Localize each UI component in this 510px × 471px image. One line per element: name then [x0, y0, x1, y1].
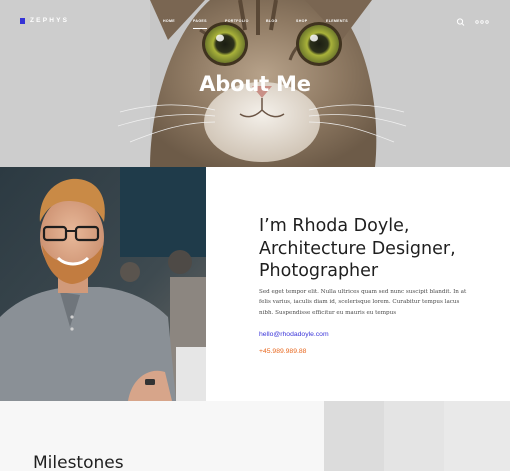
top-navigation: ZEPHYS HOME PAGES PORTFOLIO BLOG SHOP EL…: [0, 0, 510, 44]
about-heading: I’m Rhoda Doyle, Architecture Designer, …: [259, 215, 489, 283]
hero-banner: ZEPHYS HOME PAGES PORTFOLIO BLOG SHOP EL…: [0, 0, 510, 167]
about-heading-line: Photographer: [259, 261, 379, 281]
page-title: About Me: [199, 72, 311, 96]
about-heading-line: Architecture Designer,: [259, 238, 456, 259]
menu-item-home[interactable]: HOME: [163, 19, 175, 23]
portrait-image: [0, 167, 206, 401]
milestones-section: Milestones: [0, 401, 324, 471]
about-description: Sed eget tempor elit. Nulla ultrices qua…: [259, 289, 467, 316]
about-photo: [0, 167, 206, 401]
milestones-title: Milestones: [33, 453, 124, 471]
email-link[interactable]: hello@rhodadoyle.com: [259, 331, 329, 338]
main-menu: HOME PAGES PORTFOLIO BLOG SHOP ELEMENTS: [0, 19, 510, 33]
more-dots-icon[interactable]: [474, 17, 490, 27]
milestones-photo: [324, 401, 510, 471]
about-heading-line: I’m Rhoda Doyle,: [259, 216, 410, 236]
menu-item-portfolio[interactable]: PORTFOLIO: [225, 19, 249, 23]
about-text-panel: I’m Rhoda Doyle, Architecture Designer, …: [206, 167, 510, 401]
menu-item-blog[interactable]: BLOG: [266, 19, 278, 23]
milestones-image: [324, 401, 510, 471]
search-icon[interactable]: [455, 17, 467, 27]
menu-item-pages[interactable]: PAGES: [193, 19, 207, 29]
menu-item-elements[interactable]: ELEMENTS: [326, 19, 348, 23]
phone-link[interactable]: +45.989.989.88: [259, 348, 306, 355]
menu-item-shop[interactable]: SHOP: [296, 19, 307, 23]
